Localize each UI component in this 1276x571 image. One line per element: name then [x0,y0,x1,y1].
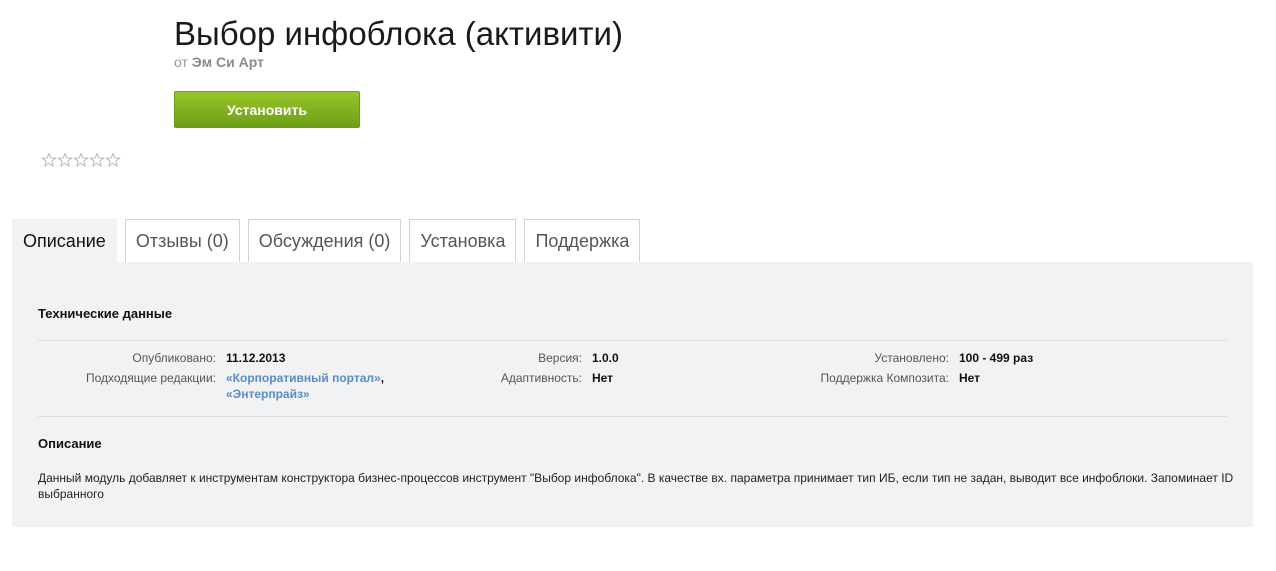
installed-value: 100 - 499 раз [959,351,1034,365]
adaptive-value: Нет [592,371,614,385]
tab-support[interactable]: Поддержка [524,219,641,262]
composite-label: Поддержка Композита: [820,371,949,385]
description-text: Данный модуль добавляет к инструментам к… [38,471,1234,501]
tab-discussions[interactable]: Обсуждения (0) [247,219,402,262]
divider [38,416,1227,417]
editions-label: Подходящие редакции: [85,371,216,385]
composite-value: Нет [959,371,981,385]
star-outline-icon[interactable] [41,152,57,168]
star-outline-icon[interactable] [57,152,73,168]
tab-installation[interactable]: Установка [409,219,517,262]
version-label: Версия: [538,351,582,365]
published-label: Опубликовано: [132,351,216,365]
tab-reviews[interactable]: Отзывы (0) [124,219,240,262]
edition-link-corporate-portal[interactable]: «Корпоративный портал» [226,371,381,385]
app-page: Выбор инфоблока (активити) от Эм Си Арт … [0,0,1276,571]
divider [38,340,1227,341]
edition-separator: , [380,371,385,385]
editions-value: «Корпоративный портал», [226,371,384,385]
tech-data-heading: Технические данные [38,306,173,321]
author-name[interactable]: Эм Си Арт [192,54,264,70]
version-value: 1.0.0 [592,351,619,365]
description-heading: Описание [38,436,102,451]
adaptive-label: Адаптивность: [500,371,582,385]
by-prefix: от [174,54,188,70]
editions-value-2: «Энтерпрайз» [226,387,310,401]
edition-link-enterprise[interactable]: «Энтерпрайз» [226,387,310,401]
rating-stars[interactable] [41,152,121,168]
tab-bar: Описание Отзывы (0) Обсуждения (0) Устан… [12,219,641,262]
star-outline-icon[interactable] [73,152,89,168]
star-outline-icon[interactable] [89,152,105,168]
tab-description[interactable]: Описание [12,219,117,262]
star-outline-icon[interactable] [105,152,121,168]
published-value: 11.12.2013 [226,351,286,365]
installed-label: Установлено: [874,351,949,365]
page-title: Выбор инфоблока (активити) [174,15,623,52]
install-button[interactable]: Установить [174,91,360,128]
author-byline: от Эм Си Арт [174,53,264,71]
tab-panel-description: Технические данные Опубликовано: 11.12.2… [12,262,1253,527]
